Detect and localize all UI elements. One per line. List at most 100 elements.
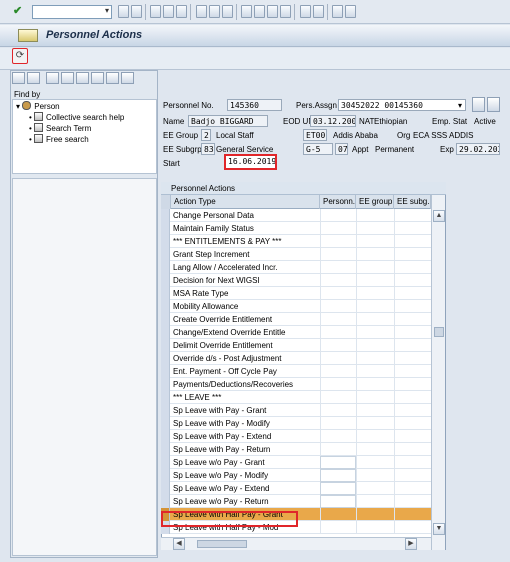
ee-subgroup-cell[interactable]	[394, 495, 431, 508]
personnel-cell[interactable]	[320, 378, 356, 391]
ee-group-cell[interactable]	[356, 313, 394, 326]
scroll-down-icon[interactable]: ▼	[433, 523, 445, 535]
ee-group-cell[interactable]	[356, 495, 394, 508]
scroll-thumb[interactable]	[434, 327, 444, 337]
ee-group-cell[interactable]	[356, 261, 394, 274]
ee-subgroup-cell[interactable]	[394, 274, 431, 287]
personnel-cell[interactable]	[320, 300, 356, 313]
ee-group-cell[interactable]	[356, 365, 394, 378]
ee-subgroup-cell[interactable]	[394, 235, 431, 248]
ee-group-cell[interactable]	[356, 287, 394, 300]
row-selector[interactable]	[161, 352, 170, 365]
ee-group-cell[interactable]	[356, 339, 394, 352]
pers-assgn-select[interactable]: 30452022 00145360	[338, 99, 466, 111]
row-selector[interactable]	[161, 391, 170, 404]
row-selector[interactable]	[161, 248, 170, 261]
personnel-cell[interactable]	[320, 222, 356, 235]
ee-subgroup-cell[interactable]	[394, 482, 431, 495]
table-row[interactable]: Delimit Override Entitlement	[161, 339, 431, 352]
table-row[interactable]: Override d/s - Post Adjustment	[161, 352, 431, 365]
ee-subgroup-cell[interactable]	[394, 248, 431, 261]
ee-subgroup-cell[interactable]	[394, 404, 431, 417]
ee-group-cell[interactable]	[356, 378, 394, 391]
person-details-icon[interactable]	[472, 97, 485, 112]
column-header-ee-group[interactable]: EE group	[356, 195, 394, 209]
filter-icon[interactable]	[106, 72, 119, 84]
row-selector[interactable]	[161, 261, 170, 274]
personnel-cell[interactable]	[320, 261, 356, 274]
table-row[interactable]: Mobility Allowance	[161, 300, 431, 313]
back-icon[interactable]	[118, 5, 129, 18]
row-selector[interactable]	[161, 313, 170, 326]
save-icon[interactable]	[131, 5, 142, 18]
tree-node-collective-search[interactable]: • Collective search help	[29, 112, 124, 122]
ee-group-cell[interactable]	[356, 417, 394, 430]
personnel-cell[interactable]	[320, 339, 356, 352]
tree-node-person[interactable]: ▾ Person	[16, 101, 60, 111]
ee-subgroup-cell[interactable]	[394, 261, 431, 274]
personnel-cell[interactable]	[320, 352, 356, 365]
cancel-icon[interactable]	[176, 5, 187, 18]
table-row[interactable]: Change Personal Data	[161, 209, 431, 222]
print-icon[interactable]	[196, 5, 207, 18]
row-selector[interactable]	[161, 300, 170, 313]
ee-subgroup-cell[interactable]	[394, 469, 431, 482]
ee-subgroup-cell[interactable]	[394, 443, 431, 456]
personnel-cell[interactable]	[320, 495, 356, 508]
first-page-icon[interactable]	[241, 5, 252, 18]
personnel-cell[interactable]	[320, 326, 356, 339]
ee-group-cell[interactable]	[356, 521, 394, 534]
table-row[interactable]: Sp Leave with Pay - Grant	[161, 404, 431, 417]
personnel-cell[interactable]	[320, 443, 356, 456]
personnel-cell[interactable]	[320, 274, 356, 287]
table-row[interactable]: Payments/Deductions/Recoveries	[161, 378, 431, 391]
row-selector[interactable]	[161, 339, 170, 352]
row-selector[interactable]	[161, 326, 170, 339]
table-icon[interactable]	[91, 72, 104, 84]
ee-subgroup-cell[interactable]	[394, 209, 431, 222]
table-row[interactable]: Ent. Payment - Off Cycle Pay	[161, 365, 431, 378]
personnel-cell[interactable]	[320, 391, 356, 404]
ee-subgroup-cell[interactable]	[394, 222, 431, 235]
ee-subgroup-cell[interactable]	[394, 326, 431, 339]
settings-icon[interactable]	[121, 72, 134, 84]
personnel-cell[interactable]	[320, 430, 356, 443]
expand-icon[interactable]	[61, 72, 74, 84]
column-header-ee-subgroup[interactable]: EE subg...	[394, 195, 431, 209]
row-selector[interactable]	[161, 495, 170, 508]
row-selector[interactable]	[161, 222, 170, 235]
table-row[interactable]: Sp Leave with Pay - Modify	[161, 417, 431, 430]
tree-node-search-term[interactable]: • Search Term	[29, 123, 91, 133]
table-row[interactable]: Decision for Next WIGSI	[161, 274, 431, 287]
vertical-scrollbar[interactable]: ▲ ▼	[431, 195, 445, 550]
row-selector[interactable]	[161, 365, 170, 378]
column-header-personnel[interactable]: Personn...	[320, 195, 356, 209]
ee-subgroup-cell[interactable]	[394, 378, 431, 391]
ee-group-cell[interactable]	[356, 508, 394, 521]
ee-group-cell[interactable]	[356, 391, 394, 404]
table-row[interactable]: Sp Leave w/o Pay - Modify	[161, 469, 431, 482]
list-icon[interactable]	[46, 72, 59, 84]
start-date-field[interactable]: 16.06.2019	[224, 154, 277, 170]
scroll-left-icon[interactable]: ◀	[173, 538, 185, 550]
table-row[interactable]: Sp Leave w/o Pay - Return	[161, 495, 431, 508]
horizontal-scrollbar[interactable]: ◀ ▶	[161, 537, 431, 550]
ee-subgroup-cell[interactable]	[394, 430, 431, 443]
prev-page-icon[interactable]	[254, 5, 265, 18]
ee-group-cell[interactable]	[356, 443, 394, 456]
table-row[interactable]: *** ENTITLEMENTS & PAY ***	[161, 235, 431, 248]
arrow-left-icon[interactable]	[12, 72, 25, 84]
execute-action-button[interactable]: ⟳	[12, 48, 28, 64]
row-selector[interactable]	[161, 235, 170, 248]
ee-group-cell[interactable]	[356, 482, 394, 495]
table-row[interactable]: Sp Leave w/o Pay - Extend	[161, 482, 431, 495]
row-selector[interactable]	[161, 274, 170, 287]
table-row[interactable]: Create Override Entitlement	[161, 313, 431, 326]
ee-group-cell[interactable]	[356, 430, 394, 443]
exit-icon[interactable]	[163, 5, 174, 18]
select-all-cell[interactable]	[161, 195, 171, 209]
row-selector[interactable]	[161, 443, 170, 456]
ee-group-cell[interactable]	[356, 469, 394, 482]
personnel-cell[interactable]	[320, 209, 356, 222]
new-session-icon[interactable]	[300, 5, 311, 18]
